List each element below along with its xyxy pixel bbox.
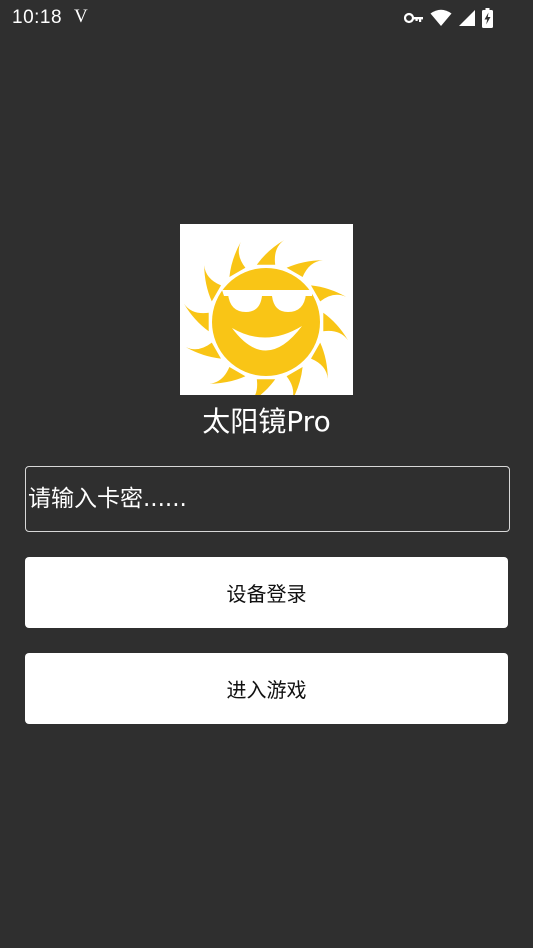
sun-ray [311,285,347,302]
status-time: 10:18 [12,7,63,28]
device-login-button[interactable]: 设备登录 [25,557,508,628]
sun-ray [229,241,246,277]
card-key-input[interactable] [25,466,510,532]
app-screen: 10:18 V 太阳镜Pro 请输入卡密...... 设备登录 进入游戏 [0,0,533,948]
sun-ray [311,342,328,379]
sun-ray [184,303,209,332]
status-icons [404,8,493,28]
sun-ray [323,312,348,341]
sun-ray [247,379,276,404]
app-title: 太阳镜Pro [202,405,331,438]
signal-icon [459,10,475,26]
sun-ray [204,265,221,302]
app-logo [180,224,353,404]
battery-charging-icon [482,8,493,28]
sun-ray [209,367,246,384]
wifi-icon [430,9,452,26]
vpn-key-icon [404,12,423,24]
carrier-icon: V [74,6,88,27]
sun-with-sunglasses-icon [184,240,348,404]
sun-ray [286,367,303,403]
sun-ray [256,240,285,265]
status-bar: 10:18 V [0,0,533,36]
sun-ray [286,260,323,277]
sun-ray [185,342,221,359]
enter-game-button[interactable]: 进入游戏 [25,653,508,724]
